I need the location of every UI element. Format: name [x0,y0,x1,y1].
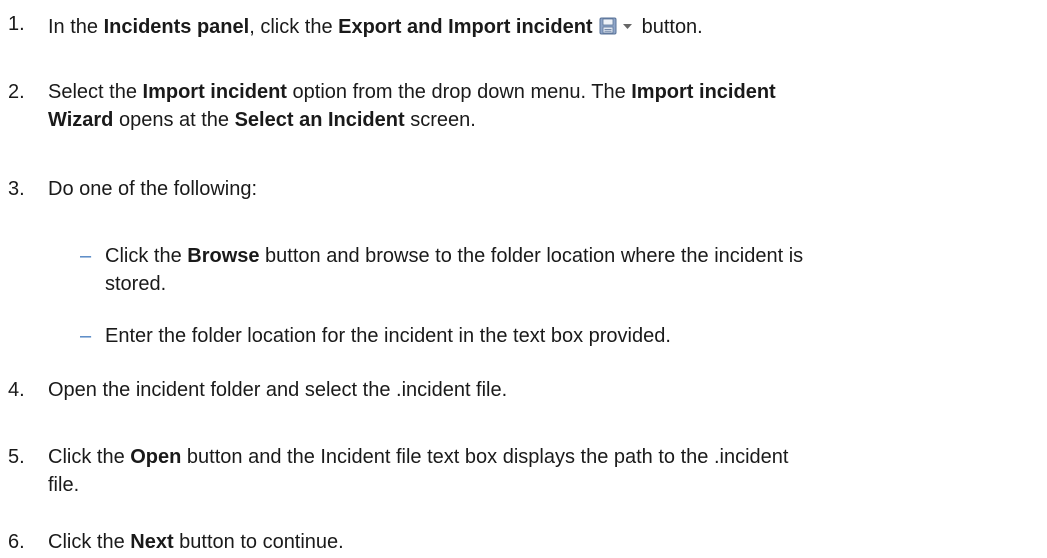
step-text: Open the incident folder and select the … [48,379,508,401]
dash-bullet: – [80,245,92,267]
bold-run: Incidents panel [103,16,250,38]
substep-text: Enter the folder location for the incide… [105,325,671,347]
text-run: screen. [404,109,476,131]
step-text: Select the Import incident option from t… [48,78,1038,134]
bold-run: Export and Import incident [338,16,593,38]
save-icon [599,15,617,43]
text-run: button. [641,16,703,38]
substep-text: Click the Browse button and browse to th… [105,242,1005,298]
bold-run: Open [130,446,182,468]
step-number: 5. [8,446,25,468]
text-run: Select the [48,81,143,103]
bold-run: Import incident [631,81,776,103]
instructions-document: 1. In the Incidents panel, click the Exp… [0,0,1047,558]
text-run: button to continue. [173,531,344,553]
step-2: 2. Select the Import incident option fro… [8,78,1007,134]
text-run: Click the [48,446,131,468]
step-text: In the Incidents panel, click the Export… [48,10,1038,43]
text-run: option from the drop down menu. The [286,81,632,103]
text-run: opens at the [113,109,235,131]
step-number: 1. [8,13,25,35]
step-number: 3. [8,178,25,200]
text-run: stored. [105,273,167,295]
text-run: Click the [105,245,188,267]
text-run: In the [48,16,104,38]
step-number: 4. [8,379,25,401]
step-number: 6. [8,531,25,553]
dropdown-caret-icon [622,10,632,38]
text-run: button and browse to the folder location… [259,245,804,267]
bold-run: Wizard [48,109,114,131]
bold-run: Import incident [142,81,287,103]
step-text: Click the Open button and the Incident f… [48,443,1038,499]
text-run: , click the [249,16,339,38]
bold-run: Next [130,531,174,553]
step-5: 5. Click the Open button and the Inciden… [8,443,1007,499]
bold-run: Browse [187,245,260,267]
text-run: Click the [48,531,131,553]
dash-bullet: – [80,325,92,347]
step-text: Do one of the following: [48,178,258,200]
bold-run: Select an Incident [234,109,405,131]
text-run: button and the Incident file text box di… [181,446,789,468]
step-text: Click the Next button to continue. [48,528,1038,556]
step-number: 2. [8,81,25,103]
text-run: file. [48,474,80,496]
